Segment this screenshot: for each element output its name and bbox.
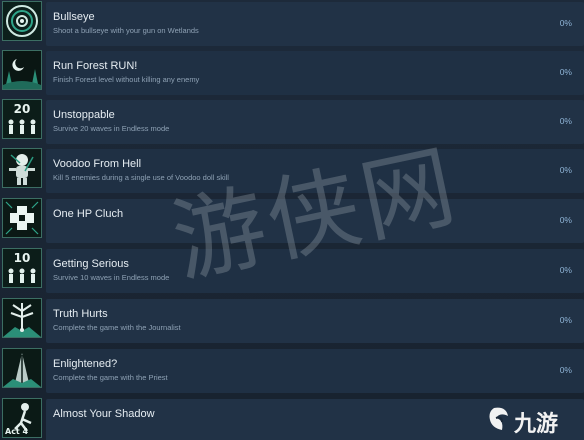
achievement-title: Bullseye [53, 11, 95, 23]
achievement-row[interactable]: Voodoo From Hell Kill 5 enemies during a… [0, 147, 584, 195]
health-cross-icon [2, 198, 42, 238]
row-background [46, 149, 584, 193]
achievement-percent: 0% [559, 365, 572, 375]
achievement-description: Shoot a bullseye with your gun on Wetlan… [53, 26, 199, 35]
achievement-row[interactable]: Run Forest RUN! Finish Forest level with… [0, 49, 584, 97]
tree-figure-icon [2, 298, 42, 338]
row-background [46, 100, 584, 144]
achievement-row[interactable]: Truth Hurts Complete the game with the J… [0, 297, 584, 345]
achievements-page: Bullseye Shoot a bullseye with your gun … [0, 0, 584, 440]
achievement-percent: 0% [559, 67, 572, 77]
achievement-percent: 0% [559, 165, 572, 175]
achievement-title: One HP Cluch [53, 208, 124, 220]
icon-number: 10 [13, 251, 31, 265]
achievement-title: Getting Serious [53, 258, 129, 270]
row-background [46, 349, 584, 393]
achievement-description: Complete the game with the Journalist [53, 323, 181, 332]
achievement-title: Enlightened? [53, 358, 118, 370]
achievement-title: Truth Hurts [53, 308, 108, 320]
achievement-row[interactable]: Bullseye Shoot a bullseye with your gun … [0, 0, 584, 48]
forest-moon-icon [2, 50, 42, 90]
act4-figure-icon: Act 4 [2, 398, 42, 438]
tree-light-icon [2, 348, 42, 388]
row-background [46, 51, 584, 95]
row-background [46, 2, 584, 46]
waves-20-icon: 20 [2, 99, 42, 139]
achievement-percent: 0% [559, 116, 572, 126]
achievement-percent: 0% [559, 18, 572, 28]
achievement-title: Almost Your Shadow [53, 408, 155, 420]
achievement-row[interactable]: One HP Cluch 0% [0, 197, 584, 245]
row-background [46, 299, 584, 343]
achievement-description: Complete the game with the Priest [53, 373, 168, 382]
voodoo-doll-icon [2, 148, 42, 188]
achievement-description: Kill 5 enemies during a single use of Vo… [53, 173, 229, 182]
achievement-title: Unstoppable [53, 109, 115, 121]
icon-act-label: Act 4 [5, 427, 29, 436]
achievement-percent: 0% [559, 265, 572, 275]
achievement-description: Finish Forest level without killing any … [53, 75, 200, 84]
row-background [46, 249, 584, 293]
achievement-percent: 0% [559, 215, 572, 225]
row-background [46, 199, 584, 243]
achievement-title: Voodoo From Hell [53, 158, 142, 170]
achievement-description: Survive 10 waves in Endless mode [53, 273, 170, 282]
achievement-row[interactable]: Enlightened? Complete the game with the … [0, 347, 584, 395]
achievement-row[interactable]: 20 Unstoppable Survive 20 waves in Endle… [0, 98, 584, 146]
achievement-description: Survive 20 waves in Endless mode [53, 124, 170, 133]
achievement-title: Run Forest RUN! [53, 60, 138, 72]
target-icon [2, 1, 42, 41]
achievement-row[interactable]: 10 Getting Serious Survive 10 waves in E… [0, 247, 584, 295]
waves-10-icon: 10 [2, 248, 42, 288]
achievement-percent: 0% [559, 315, 572, 325]
icon-number: 20 [13, 102, 31, 116]
achievement-row[interactable]: Act 4 Almost Your Shadow [0, 397, 584, 440]
